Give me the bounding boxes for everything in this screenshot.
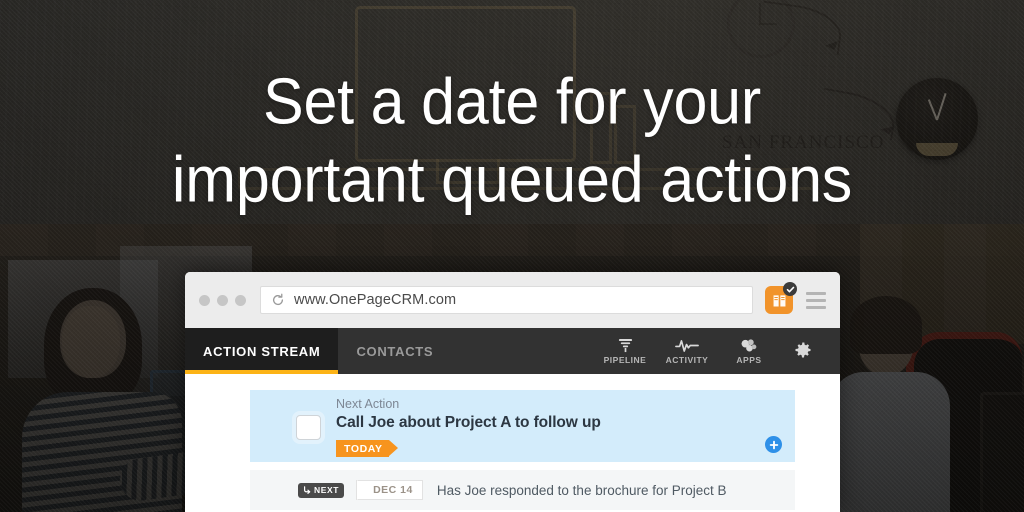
window-controls[interactable] xyxy=(199,294,246,306)
pulse-icon xyxy=(675,339,699,352)
gear-icon xyxy=(795,342,811,358)
action-eyebrow-label: Next Action xyxy=(336,397,400,411)
action-date-tag[interactable]: TODAY xyxy=(336,440,398,457)
apps-icon xyxy=(741,338,757,351)
nav-item-activity[interactable]: ACTIVITY xyxy=(658,338,716,365)
browser-chrome: www.OnePageCRM.com xyxy=(185,272,840,328)
hamburger-menu-icon[interactable] xyxy=(806,291,826,309)
queue-next-badge[interactable]: NEXT xyxy=(298,482,345,498)
navbar-actions: PIPELINE ACTIVITY APPS xyxy=(596,328,840,374)
check-badge-icon xyxy=(783,282,797,296)
funnel-icon xyxy=(618,338,632,352)
url-text[interactable]: www.OnePageCRM.com xyxy=(294,292,456,308)
app-navbar: ACTION STREAM CONTACTS PIPELINE ACTIVITY xyxy=(185,328,840,374)
minimize-dot[interactable] xyxy=(217,294,228,306)
plus-circle-icon[interactable] xyxy=(765,436,782,453)
action-title: Call Joe about Project A to follow up xyxy=(336,414,601,431)
queued-date-tag-label: DEC 14 xyxy=(373,484,413,496)
nav-item-settings[interactable] xyxy=(782,340,824,362)
queue-next-badge-label: NEXT xyxy=(314,485,340,495)
nav-item-pipeline-label: PIPELINE xyxy=(603,354,647,365)
tab-action-stream[interactable]: ACTION STREAM xyxy=(185,328,339,374)
tab-contacts[interactable]: CONTACTS xyxy=(338,328,451,374)
queue-arrow-icon xyxy=(304,486,311,494)
address-bar[interactable]: www.OnePageCRM.com xyxy=(260,286,753,314)
action-date-tag-label: TODAY xyxy=(344,442,383,455)
action-complete-checkbox[interactable] xyxy=(296,415,321,440)
queued-action-row[interactable]: NEXT DEC 14 Has Joe responded to the bro… xyxy=(250,470,795,510)
queued-date-tag[interactable]: DEC 14 xyxy=(356,480,423,500)
browser-window: www.OnePageCRM.com ACTION STREAM CONTACT… xyxy=(185,272,840,512)
reload-icon[interactable] xyxy=(271,293,285,307)
nav-item-apps[interactable]: APPS xyxy=(720,338,778,365)
queued-action-text: Has Joe responded to the brochure for Pr… xyxy=(436,482,727,498)
tab-action-stream-label: ACTION STREAM xyxy=(203,343,321,359)
nav-item-activity-label: ACTIVITY xyxy=(665,354,709,365)
close-dot[interactable] xyxy=(199,294,210,306)
nav-item-apps-label: APPS xyxy=(736,354,762,365)
tab-contacts-label: CONTACTS xyxy=(356,343,434,359)
app-content: Next Action Call Joe about Project A to … xyxy=(185,374,840,512)
next-action-card[interactable]: Next Action Call Joe about Project A to … xyxy=(250,390,795,462)
nav-item-pipeline[interactable]: PIPELINE xyxy=(596,338,654,365)
bookmark-extension-icon[interactable] xyxy=(765,282,797,314)
maximize-dot[interactable] xyxy=(235,294,246,306)
